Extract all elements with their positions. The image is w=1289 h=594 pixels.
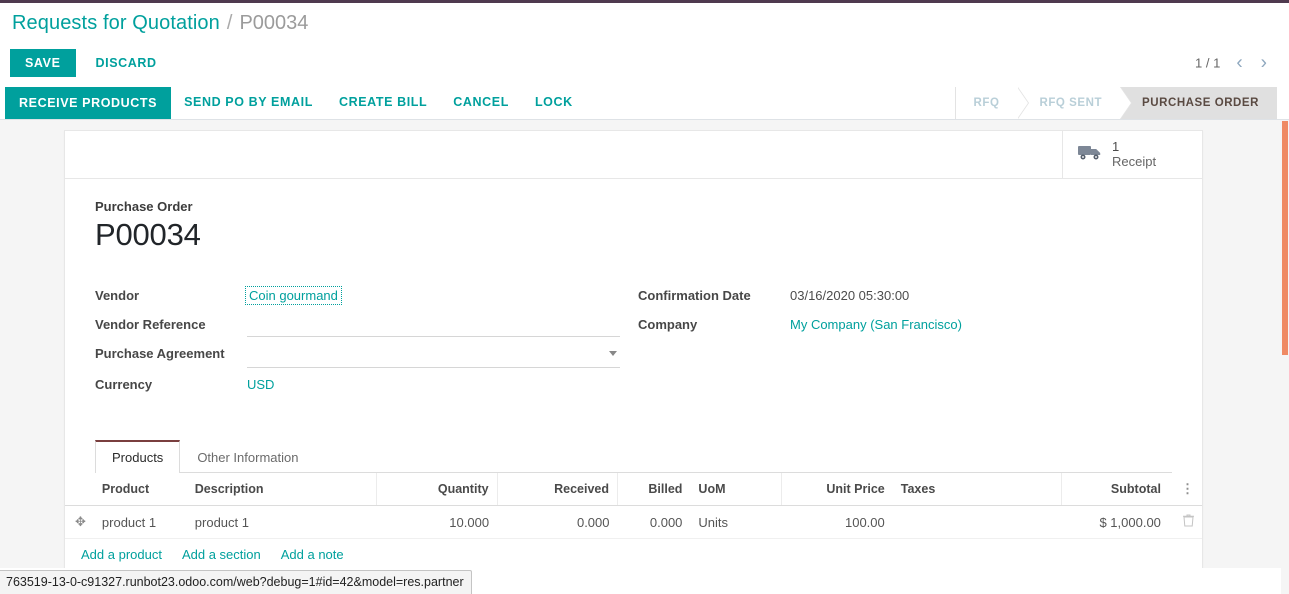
vertical-scrollbar-thumb[interactable]	[1282, 121, 1288, 355]
smart-button-row: 1 Receipt	[65, 131, 1202, 179]
record-control-panel: SAVE DISCARD 1 / 1 ‹ ›	[0, 44, 1289, 82]
table-options-icon[interactable]: ⋮	[1181, 481, 1194, 496]
column-header-billed[interactable]: Billed	[617, 473, 691, 507]
field-currency-label: Currency	[95, 377, 153, 393]
breadcrumb-parent-link[interactable]: Requests for Quotation	[12, 12, 220, 35]
field-currency: Currency USD	[95, 375, 620, 397]
tab-products[interactable]: Products	[95, 440, 181, 474]
column-header-taxes[interactable]: Taxes	[892, 473, 1063, 507]
cell-uom[interactable]: Units	[690, 505, 782, 540]
field-purchase-agreement-label: Purchase Agreement	[95, 346, 225, 362]
column-header-description[interactable]: Description	[186, 473, 378, 507]
add-a-note-link[interactable]: Add a note	[281, 547, 344, 562]
form-column-right: Confirmation Date 03/16/2020 05:30:00 Co…	[620, 286, 1120, 404]
cell-product[interactable]: product 1	[93, 505, 187, 540]
receipt-label: Receipt	[1112, 153, 1157, 169]
stage-rfq[interactable]: RFQ	[955, 87, 1030, 119]
pager-count: 1 / 1	[1195, 55, 1221, 71]
field-vendor: Vendor Coin gourmand	[95, 286, 620, 308]
odoo-purchase-order-page: Requests for Quotation / P00034 SAVE DIS…	[0, 0, 1289, 594]
cell-received[interactable]: 0.000	[497, 505, 618, 540]
column-header-subtotal[interactable]: Subtotal	[1061, 473, 1169, 507]
stage-rfq-sent[interactable]: RFQ SENT	[1017, 87, 1132, 119]
cell-billed[interactable]: 0.000	[617, 505, 691, 540]
form-column-left: Vendor Coin gourmand Vendor Reference Pu…	[95, 286, 620, 404]
handle-column-header	[65, 473, 94, 507]
send-po-by-email-button[interactable]: SEND PO BY EMAIL	[171, 86, 326, 118]
field-company-label: Company	[638, 317, 698, 333]
tab-other-information[interactable]: Other Information	[180, 440, 315, 473]
field-confirmation-date: Confirmation Date 03/16/2020 05:30:00	[638, 286, 1120, 308]
cell-subtotal: $ 1,000.00	[1061, 505, 1169, 540]
receipt-smart-button[interactable]: 1 Receipt	[1062, 131, 1202, 178]
column-header-unit-price[interactable]: Unit Price	[781, 473, 893, 507]
column-options-header: ⋮	[1168, 473, 1202, 507]
add-a-product-link[interactable]: Add a product	[81, 547, 162, 562]
page-title: P00034	[95, 217, 201, 252]
delete-row-icon[interactable]	[1183, 514, 1194, 530]
save-button[interactable]: SAVE	[10, 49, 76, 77]
cell-delete	[1168, 505, 1202, 540]
breadcrumb-current: P00034	[239, 11, 309, 34]
add-line-links: Add a product Add a section Add a note	[65, 539, 1202, 568]
cell-unit-price[interactable]: 100.00	[781, 505, 893, 540]
truck-icon	[1077, 143, 1103, 166]
form-sheet: 1 Receipt Purchase Order P00034 Vendor C…	[64, 130, 1203, 568]
field-vendor-reference-label: Vendor Reference	[95, 317, 206, 333]
field-confirmation-date-label: Confirmation Date	[638, 288, 751, 304]
purchase-agreement-select[interactable]	[247, 344, 620, 369]
receive-products-button[interactable]: RECEIVE PRODUCTS	[5, 87, 172, 119]
breadcrumb-separator: /	[226, 11, 233, 34]
cell-quantity[interactable]: 10.000	[376, 505, 498, 540]
column-header-quantity[interactable]: Quantity	[376, 473, 498, 507]
column-header-product[interactable]: Product	[93, 473, 187, 507]
column-header-received[interactable]: Received	[497, 473, 619, 507]
confirmation-date-value: 03/16/2020 05:30:00	[790, 288, 910, 304]
receipt-count: 1	[1112, 138, 1120, 154]
status-bar: RFQ RFQ SENT PURCHASE ORDER	[954, 87, 1277, 119]
page-title-label: Purchase Order	[95, 199, 193, 214]
field-vendor-reference: Vendor Reference	[95, 315, 620, 338]
field-company: Company My Company (San Francisco)	[638, 315, 1120, 337]
cell-description[interactable]: product 1	[186, 505, 377, 540]
order-lines-header: Product Description Quantity Received Bi…	[65, 473, 1202, 507]
add-a-section-link[interactable]: Add a section	[182, 547, 261, 562]
lock-button[interactable]: LOCK	[522, 86, 586, 118]
drag-handle-icon[interactable]: ✥	[75, 514, 86, 530]
form-fields: Vendor Coin gourmand Vendor Reference Pu…	[95, 286, 1172, 404]
form-scroll-area: 1 Receipt Purchase Order P00034 Vendor C…	[0, 120, 1289, 568]
notebook-tabs: Products Other Information	[95, 440, 1172, 474]
discard-button[interactable]: DISCARD	[82, 49, 171, 77]
vendor-value-link[interactable]: Coin gourmand	[245, 286, 342, 306]
pager-previous-icon[interactable]: ‹	[1234, 54, 1244, 73]
breadcrumb: Requests for Quotation / P00034	[0, 3, 1289, 43]
vendor-reference-input[interactable]	[247, 315, 620, 338]
cell-taxes[interactable]	[892, 505, 1062, 540]
notebook: Products Other Information	[95, 440, 1172, 474]
field-vendor-label: Vendor	[95, 288, 140, 304]
table-row[interactable]: ✥ product 1 product 1 10.000 0.000 0.000…	[65, 505, 1202, 540]
status-url-tooltip: 763519-13-0-c91327.runbot23.odoo.com/web…	[0, 570, 472, 594]
row-drag-handle-cell: ✥	[65, 505, 94, 540]
stage-purchase-order[interactable]: PURCHASE ORDER	[1120, 87, 1277, 119]
create-bill-button[interactable]: CREATE BILL	[326, 86, 440, 118]
currency-value-link[interactable]: USD	[247, 375, 620, 392]
order-lines-body: ✥ product 1 product 1 10.000 0.000 0.000…	[65, 505, 1202, 540]
pager-next-icon[interactable]: ›	[1259, 54, 1269, 73]
cancel-button[interactable]: CANCEL	[440, 86, 522, 118]
field-purchase-agreement: Purchase Agreement	[95, 344, 620, 369]
pager: 1 / 1 ‹ ›	[1195, 54, 1269, 73]
company-value-link[interactable]: My Company (San Francisco)	[790, 315, 1120, 332]
order-lines-table: Product Description Quantity Received Bi…	[65, 473, 1202, 540]
column-header-uom[interactable]: UoM	[690, 473, 782, 507]
